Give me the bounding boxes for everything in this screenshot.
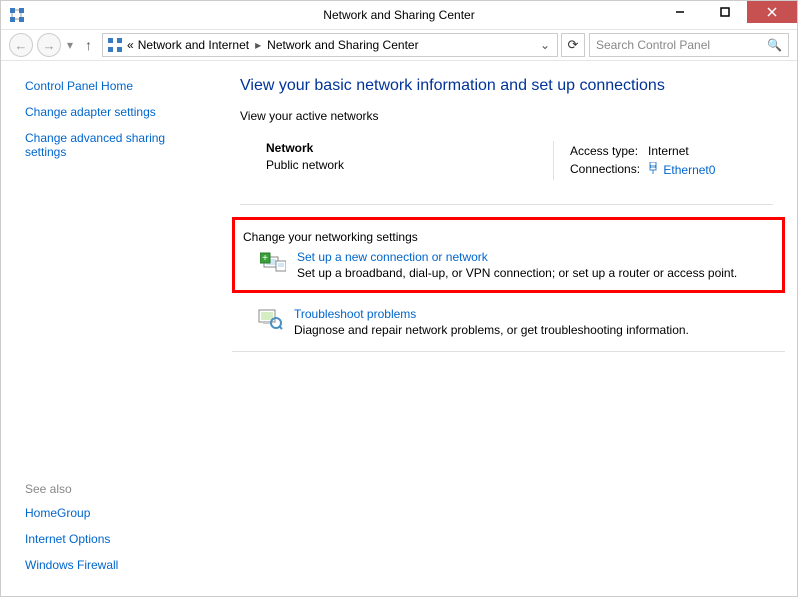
seealso-link-windows-firewall[interactable]: Windows Firewall <box>25 558 204 572</box>
main-panel: View your basic network information and … <box>216 61 797 596</box>
svg-text:+: + <box>262 253 268 264</box>
forward-button[interactable]: → <box>37 33 61 57</box>
breadcrumb-dropdown-icon[interactable]: ⌄ <box>537 38 553 52</box>
app-icon <box>9 7 25 23</box>
breadcrumb-prefix: « <box>127 38 134 52</box>
network-info: Network Public network Access type: Inte… <box>240 141 773 205</box>
history-dropdown-icon[interactable]: ▾ <box>65 38 75 52</box>
page-heading: View your basic network information and … <box>240 77 773 95</box>
troubleshoot-icon <box>256 307 284 331</box>
troubleshoot-desc: Diagnose and repair network problems, or… <box>294 323 689 337</box>
refresh-button[interactable]: ⟳ <box>561 33 585 57</box>
titlebar: Network and Sharing Center <box>1 1 797 29</box>
close-button[interactable] <box>747 1 797 23</box>
breadcrumb-item-sharing-center[interactable]: Network and Sharing Center <box>267 38 418 52</box>
sidebar-link-adapter-settings[interactable]: Change adapter settings <box>25 105 204 119</box>
search-placeholder: Search Control Panel <box>596 38 710 52</box>
search-icon: 🔍 <box>767 38 782 52</box>
maximize-button[interactable] <box>702 1 747 23</box>
connection-link[interactable]: Ethernet0 <box>663 163 715 177</box>
troubleshoot-link[interactable]: Troubleshoot problems <box>294 307 689 321</box>
minimize-button[interactable] <box>657 1 702 23</box>
breadcrumb-item-network-internet[interactable]: Network and Internet <box>138 38 249 52</box>
address-bar: ← → ▾ ↑ « Network and Internet ▸ Network… <box>1 29 797 61</box>
network-name: Network <box>266 141 553 155</box>
seealso-link-homegroup[interactable]: HomeGroup <box>25 506 204 520</box>
sidebar-link-advanced-sharing[interactable]: Change advanced sharing settings <box>25 131 204 159</box>
highlight-annotation: Change your networking settings + Set up… <box>232 217 785 293</box>
seealso-heading: See also <box>25 482 204 496</box>
access-type-label: Access type: <box>570 143 646 159</box>
setup-connection-icon: + <box>259 250 287 274</box>
back-button[interactable]: ← <box>9 33 33 57</box>
setup-connection-desc: Set up a broadband, dial-up, or VPN conn… <box>297 266 737 280</box>
window-title: Network and Sharing Center <box>323 8 474 22</box>
up-button[interactable]: ↑ <box>79 37 98 53</box>
active-networks-label: View your active networks <box>240 109 773 123</box>
search-input[interactable]: Search Control Panel 🔍 <box>589 33 789 57</box>
sidebar: Control Panel Home Change adapter settin… <box>1 61 216 596</box>
chevron-right-icon[interactable]: ▸ <box>253 38 263 52</box>
setup-connection-link[interactable]: Set up a new connection or network <box>297 250 737 264</box>
seealso-link-internet-options[interactable]: Internet Options <box>25 532 204 546</box>
breadcrumb-network-icon <box>107 37 123 53</box>
breadcrumb[interactable]: « Network and Internet ▸ Network and Sha… <box>102 33 558 57</box>
access-type-value: Internet <box>648 143 721 159</box>
networking-settings-label: Change your networking settings <box>243 230 774 244</box>
sidebar-link-home[interactable]: Control Panel Home <box>25 79 204 93</box>
ethernet-icon <box>648 162 658 177</box>
network-type: Public network <box>266 158 553 172</box>
divider <box>232 351 785 352</box>
connections-label: Connections: <box>570 161 646 178</box>
